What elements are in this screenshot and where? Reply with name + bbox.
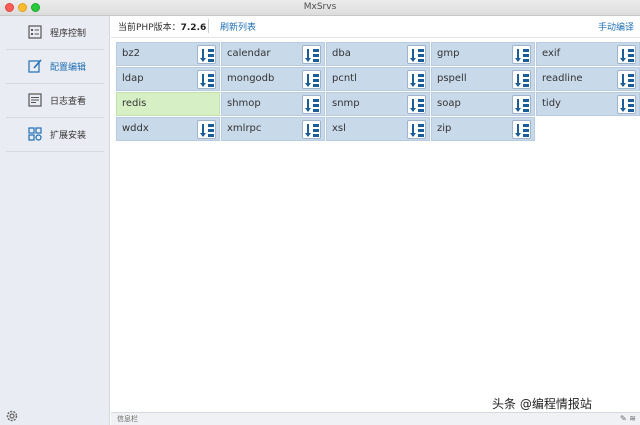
php-version-label: 当前PHP版本：7.2.6	[118, 20, 206, 33]
sort-icon[interactable]	[407, 95, 426, 114]
toolbar-divider	[208, 19, 209, 33]
sort-icon[interactable]	[512, 95, 531, 114]
log-icon	[28, 93, 42, 107]
extension-name: snmp	[332, 98, 360, 109]
watermark: 头条 @编程情报站	[492, 397, 592, 411]
extension-item[interactable]: mongodb	[221, 67, 325, 91]
pencil-icon[interactable]: ✎	[620, 414, 627, 423]
sort-icon[interactable]	[407, 120, 426, 139]
php-version-caption: 当前PHP版本：	[118, 23, 181, 33]
sidebar-item-extension-install[interactable]: 扩展安装	[6, 118, 104, 152]
toolbar: 当前PHP版本：7.2.6 刷新列表 手动编译	[111, 16, 640, 38]
sidebar-item-label: 配置编辑	[50, 63, 87, 73]
extension-item[interactable]: redis	[116, 92, 220, 116]
sort-icon[interactable]	[197, 45, 216, 64]
extension-name: gmp	[437, 48, 460, 59]
sidebar-item-label: 程序控制	[50, 29, 87, 39]
sort-icon[interactable]	[617, 70, 636, 89]
sidebar-item-config-edit[interactable]: 配置编辑	[6, 50, 104, 84]
extension-item[interactable]: shmop	[221, 92, 325, 116]
gear-icon[interactable]	[5, 409, 19, 423]
extension-item[interactable]: pcntl	[326, 67, 430, 91]
extension-item[interactable]: tidy	[536, 92, 640, 116]
extension-name: tidy	[542, 98, 561, 109]
sidebar-item-label: 扩展安装	[50, 131, 87, 141]
list-icon	[28, 25, 42, 39]
extension-item[interactable]: bz2	[116, 42, 220, 66]
extension-name: exif	[542, 48, 561, 59]
sort-icon[interactable]	[512, 70, 531, 89]
extension-name: xsl	[332, 123, 346, 134]
extension-name: bz2	[122, 48, 140, 59]
sidebar-item-log-view[interactable]: 日志查看	[6, 84, 104, 118]
sort-icon[interactable]	[512, 45, 531, 64]
sort-icon[interactable]	[617, 95, 636, 114]
sort-icon[interactable]	[407, 45, 426, 64]
status-icons: ✎ ≋	[620, 414, 636, 423]
extension-name: ldap	[122, 73, 144, 84]
manual-compile-button[interactable]: 手动编译	[598, 20, 634, 33]
extension-item[interactable]: gmp	[431, 42, 535, 66]
window-title: MxSrvs	[303, 2, 337, 12]
extension-item[interactable]: exif	[536, 42, 640, 66]
extension-name: redis	[122, 98, 147, 109]
wifi-icon: ≋	[629, 414, 636, 423]
extension-name: pspell	[437, 73, 467, 84]
sort-icon[interactable]	[512, 120, 531, 139]
sort-icon[interactable]	[302, 45, 321, 64]
extension-name: mongodb	[227, 73, 275, 84]
sort-icon[interactable]	[302, 95, 321, 114]
sidebar-item-label: 日志查看	[50, 97, 87, 107]
sort-icon[interactable]	[617, 45, 636, 64]
extension-name: zip	[437, 123, 452, 134]
sort-icon[interactable]	[407, 70, 426, 89]
extension-item[interactable]: xsl	[326, 117, 430, 141]
extension-name: readline	[542, 73, 583, 84]
extension-item[interactable]: ldap	[116, 67, 220, 91]
edit-icon	[28, 59, 42, 73]
extensions-icon	[28, 127, 42, 141]
sidebar-item-program-control[interactable]: 程序控制	[6, 16, 104, 50]
extension-item[interactable]: readline	[536, 67, 640, 91]
extension-item[interactable]: xmlrpc	[221, 117, 325, 141]
status-text: 信息栏	[117, 415, 138, 423]
extension-item[interactable]: calendar	[221, 42, 325, 66]
refresh-list-button[interactable]: 刷新列表	[220, 20, 256, 33]
extension-item[interactable]: snmp	[326, 92, 430, 116]
extension-name: soap	[437, 98, 461, 109]
extension-name: dba	[332, 48, 351, 59]
title-bar: MxSrvs	[0, 0, 640, 16]
extension-item[interactable]: pspell	[431, 67, 535, 91]
sort-icon[interactable]	[197, 120, 216, 139]
sort-icon[interactable]	[302, 120, 321, 139]
extension-item[interactable]: dba	[326, 42, 430, 66]
php-version-value: 7.2.6	[180, 23, 207, 33]
extension-item[interactable]: soap	[431, 92, 535, 116]
extension-item[interactable]: wddx	[116, 117, 220, 141]
sort-icon[interactable]	[302, 70, 321, 89]
sort-icon[interactable]	[197, 70, 216, 89]
extension-name: wddx	[122, 123, 149, 134]
status-bar: 信息栏 ✎ ≋	[111, 412, 640, 425]
sidebar: 程序控制 配置编辑 日志查看 扩展安装	[0, 16, 110, 425]
extension-item[interactable]: zip	[431, 117, 535, 141]
extension-name: calendar	[227, 48, 271, 59]
extension-name: shmop	[227, 98, 261, 109]
extension-name: xmlrpc	[227, 123, 262, 134]
extension-name: pcntl	[332, 73, 357, 84]
